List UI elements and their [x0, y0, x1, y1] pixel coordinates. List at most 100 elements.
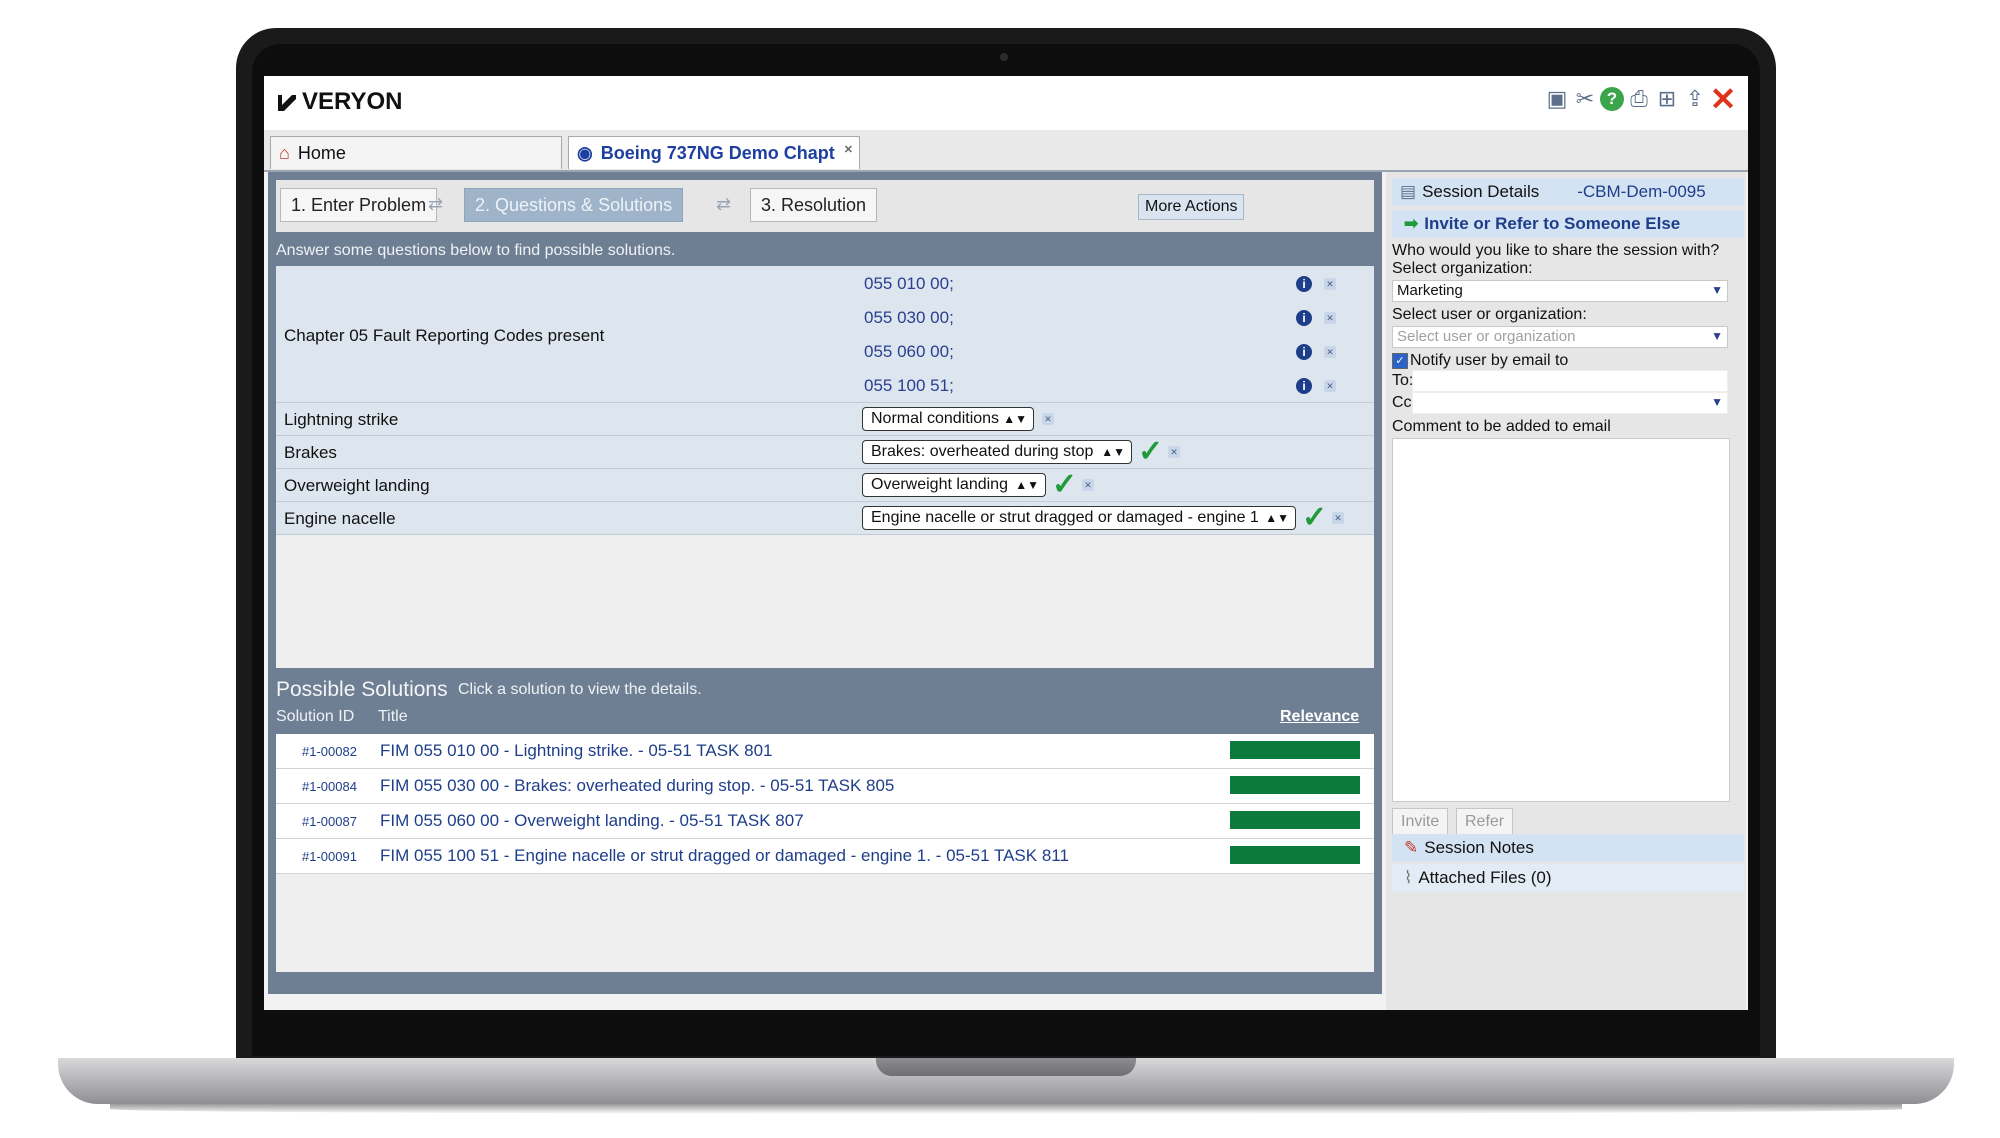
info-icon[interactable]: i — [1296, 276, 1312, 292]
col-title: Title — [378, 708, 408, 725]
solution-row[interactable]: #1-00087 FIM 055 060 00 - Overweight lan… — [276, 804, 1374, 839]
camera — [1000, 53, 1008, 61]
step-arrow-icon: ⇄ — [428, 194, 444, 214]
solution-title[interactable]: FIM 055 010 00 - Lightning strike. - 05-… — [380, 741, 772, 761]
step-questions-solutions[interactable]: 2. Questions & Solutions — [464, 188, 684, 222]
solution-row[interactable]: #1-00084 FIM 055 030 00 - Brakes: overhe… — [276, 769, 1374, 804]
answer-select[interactable]: Overweight landing ▲▼ — [862, 473, 1046, 497]
select-caret-icon: ▲▼ — [1265, 511, 1289, 525]
monitor-icon[interactable]: ▣ — [1544, 84, 1570, 114]
remove-icon[interactable]: ✕ — [1324, 346, 1336, 358]
remove-icon[interactable]: ✕ — [1168, 446, 1180, 458]
session-details-label: Session Details — [1422, 182, 1540, 201]
fault-code[interactable]: 055 010 00; — [864, 274, 954, 294]
veryon-logo-icon — [278, 95, 296, 111]
remove-icon[interactable]: ✕ — [1324, 312, 1336, 324]
question-row: Overweight landing Overweight landing ▲▼ … — [276, 469, 1374, 502]
cc-field[interactable]: ▼ — [1412, 392, 1728, 414]
step-enter-problem[interactable]: 1. Enter Problem — [280, 188, 438, 222]
attached-files-header[interactable]: ⌇ Attached Files (0) — [1392, 864, 1744, 892]
print-icon[interactable]: ⎙ — [1626, 84, 1652, 114]
answer-select[interactable]: Engine nacelle or strut dragged or damag… — [862, 506, 1296, 530]
chevron-down-icon: ▼ — [1711, 329, 1723, 343]
export-icon[interactable]: ⇪ — [1682, 84, 1708, 114]
fault-codes-row: Chapter 05 Fault Reporting Codes present… — [276, 266, 1374, 403]
col-relevance[interactable]: Relevance — [1280, 708, 1359, 726]
remove-icon[interactable]: ✕ — [1042, 413, 1054, 425]
remove-icon[interactable]: ✕ — [1332, 512, 1344, 524]
solution-id: #1-00091 — [302, 849, 357, 864]
network-icon[interactable]: ⊞ — [1654, 84, 1680, 114]
solution-title[interactable]: FIM 055 060 00 - Overweight landing. - 0… — [380, 811, 804, 831]
info-icon[interactable]: i — [1296, 310, 1312, 326]
question-row: Engine nacelle Engine nacelle or strut d… — [276, 502, 1374, 535]
checkmark-icon: ✓ — [1302, 501, 1328, 534]
close-icon[interactable]: ✕ — [1710, 81, 1737, 117]
info-icon[interactable]: i — [1296, 344, 1312, 360]
logo: VERYON — [276, 88, 402, 116]
tab-close-icon[interactable]: ✕ — [844, 143, 853, 156]
user-select-placeholder: Select user or organization — [1397, 328, 1576, 345]
remove-icon[interactable]: ✕ — [1324, 278, 1336, 290]
fault-code[interactable]: 055 100 51; — [864, 376, 954, 396]
org-select-value: Marketing — [1397, 282, 1463, 299]
refer-button[interactable]: Refer — [1456, 808, 1514, 836]
checkmark-icon: ✓ — [1052, 468, 1078, 501]
org-select[interactable]: Marketing ▼ — [1392, 280, 1728, 302]
tab-document[interactable]: ◉ Boeing 737NG Demo Chapt ✕ — [568, 136, 860, 169]
paperclip-icon: ⌇ — [1404, 868, 1413, 887]
solution-id: #1-00084 — [302, 779, 357, 794]
info-icon[interactable]: i — [1296, 378, 1312, 394]
attached-files-label: Attached Files (0) — [1418, 868, 1552, 887]
relevance-bar — [1230, 741, 1360, 759]
help-icon[interactable]: ? — [1600, 87, 1624, 111]
tools-icon[interactable]: ✂ — [1572, 84, 1598, 114]
answer-select[interactable]: Brakes: overheated during stop ▲▼ — [862, 440, 1132, 464]
solution-row[interactable]: #1-00082 FIM 055 010 00 - Lightning stri… — [276, 734, 1374, 769]
session-notes-header[interactable]: ✎ Session Notes — [1392, 834, 1744, 862]
chevron-down-icon: ▼ — [1711, 395, 1723, 409]
questions-panel: Chapter 05 Fault Reporting Codes present… — [276, 266, 1374, 668]
invite-header[interactable]: ➡ Invite or Refer to Someone Else — [1392, 210, 1744, 238]
comment-textarea[interactable] — [1392, 438, 1730, 802]
question-label: Lightning strike — [284, 410, 399, 429]
to-field[interactable] — [1412, 370, 1728, 392]
solutions-hint: Click a solution to view the details. — [458, 681, 702, 698]
select-caret-icon: ▲▼ — [1003, 412, 1027, 426]
fault-code[interactable]: 055 030 00; — [864, 308, 954, 328]
select-caret-icon: ▲▼ — [1015, 478, 1039, 492]
session-id: -CBM-Dem-0095 — [1577, 182, 1706, 201]
side-panel: ▤ Session Details -CBM-Dem-0095 ➡ Invite… — [1386, 172, 1746, 1010]
fault-code[interactable]: 055 060 00; — [864, 342, 954, 362]
notify-checkbox[interactable]: ✓ — [1392, 353, 1408, 369]
answer-select[interactable]: Normal conditions ▲▼ — [862, 407, 1034, 431]
solution-row[interactable]: #1-00091 FIM 055 100 51 - Engine nacelle… — [276, 839, 1374, 874]
notify-label: Notify user by email to — [1410, 352, 1569, 369]
session-details-icon: ▤ — [1400, 182, 1417, 201]
user-select[interactable]: Select user or organization ▼ — [1392, 326, 1728, 348]
invite-header-label: Invite or Refer to Someone Else — [1424, 214, 1681, 233]
invite-button[interactable]: Invite — [1392, 808, 1449, 836]
session-details-header[interactable]: ▤ Session Details -CBM-Dem-0095 — [1392, 178, 1744, 206]
arrow-right-icon: ➡ — [1404, 214, 1419, 233]
solution-title[interactable]: FIM 055 100 51 - Engine nacelle or strut… — [380, 846, 1069, 866]
solution-title[interactable]: FIM 055 030 00 - Brakes: overheated duri… — [380, 776, 894, 796]
relevance-bar — [1230, 811, 1360, 829]
main-pane: 1. Enter Problem ⇄ 2. Questions & Soluti… — [268, 172, 1382, 994]
tab-home[interactable]: ⌂ Home — [270, 136, 562, 169]
question-label: Engine nacelle — [284, 509, 396, 528]
relevance-bar — [1230, 846, 1360, 864]
solutions-title: Possible Solutions — [276, 678, 448, 701]
answer-select-value: Engine nacelle or strut dragged or damag… — [871, 509, 1259, 526]
remove-icon[interactable]: ✕ — [1082, 479, 1094, 491]
question-row: Brakes Brakes: overheated during stop ▲▼ … — [276, 436, 1374, 469]
remove-icon[interactable]: ✕ — [1324, 380, 1336, 392]
fault-codes-label: Chapter 05 Fault Reporting Codes present — [284, 326, 605, 345]
checkmark-icon: ✓ — [1138, 435, 1164, 468]
app-screen: VERYON ▣ ✂ ? ⎙ ⊞ ⇪ ✕ ⌂ Home ◉ Boeing 737… — [264, 76, 1748, 1010]
question-label: Brakes — [284, 443, 337, 462]
comment-label: Comment to be added to email — [1392, 418, 1611, 435]
step-resolution[interactable]: 3. Resolution — [750, 188, 878, 222]
more-actions-button[interactable]: More Actions — [1138, 194, 1245, 220]
to-label: To: — [1392, 372, 1414, 389]
